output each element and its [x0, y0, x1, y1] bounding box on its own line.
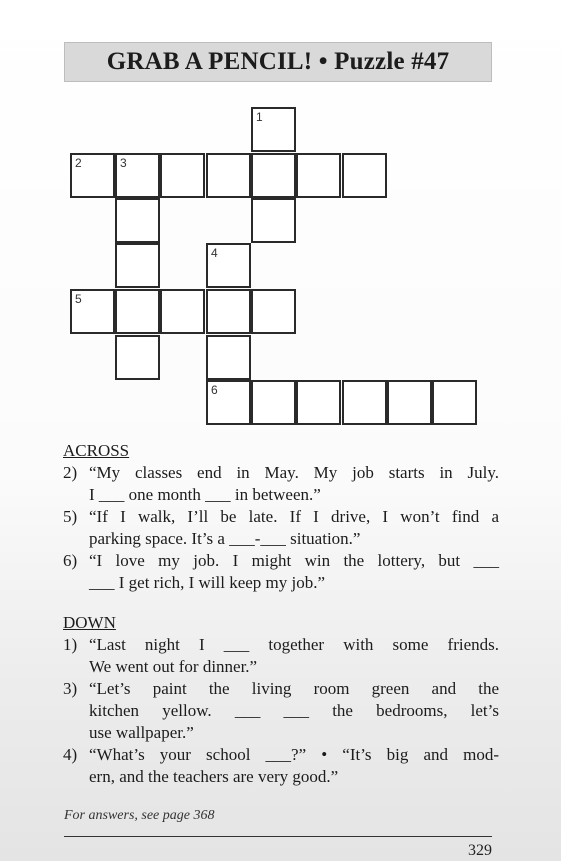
- clue-text: “Let’s paint the living room green and t…: [89, 678, 499, 744]
- page-number: 329: [468, 842, 492, 859]
- clue-text: “I love my job. I might win the lottery,…: [89, 550, 499, 594]
- footer-divider: [64, 836, 492, 837]
- clue-label: 3): [63, 679, 78, 698]
- across-clue: 5) “If I walk, I’ll be late. If I drive, …: [63, 506, 499, 550]
- across-heading: ACROSS: [63, 441, 130, 460]
- grid-cell[interactable]: [432, 380, 477, 425]
- clue-number: 4: [211, 246, 218, 260]
- clue-number: 1: [256, 110, 263, 124]
- clue-text: “If I walk, I’ll be late. If I drive, I …: [89, 506, 499, 550]
- down-section: DOWN 1) “Last night I ___ together with s…: [63, 612, 499, 788]
- grid-cell[interactable]: 4: [206, 243, 251, 288]
- clue-label: 6): [63, 551, 78, 570]
- grid-cell[interactable]: [296, 153, 341, 198]
- grid-cell[interactable]: [160, 153, 205, 198]
- grid-cell[interactable]: [160, 289, 205, 334]
- grid-cell[interactable]: [296, 380, 341, 425]
- clue-line: I ___ one month ___ in between.”: [89, 485, 321, 504]
- clue-line: “My classes end in May. My job starts in…: [89, 463, 499, 482]
- clue-number: 6: [211, 383, 218, 397]
- grid-cell[interactable]: [251, 198, 296, 243]
- down-clue: 4) “What’s your school ___?” • “It’s big …: [63, 744, 499, 788]
- grid-cell[interactable]: 1: [251, 107, 296, 152]
- clue-text: “What’s your school ___?” • “It’s big an…: [89, 744, 499, 788]
- clue-line: use wallpaper.”: [89, 723, 194, 742]
- clue-line: kitchen yellow. ___ ___ the bedrooms, le…: [89, 701, 499, 720]
- grid-cell[interactable]: 5: [70, 289, 115, 334]
- clue-line: “If I walk, I’ll be late. If I drive, I …: [89, 507, 499, 526]
- clue-label: 4): [63, 745, 78, 764]
- down-clue: 3) “Let’s paint the living room green and…: [63, 678, 499, 744]
- clue-number: 5: [75, 292, 82, 306]
- down-clue: 1) “Last night I ___ together with some f…: [63, 634, 499, 678]
- clue-line: “What’s your school ___?” • “It’s big an…: [89, 745, 499, 764]
- clue-line: “Last night I ___ together with some fri…: [89, 635, 499, 654]
- clue-line: ern, and the teachers are very good.”: [89, 767, 339, 786]
- clue-line: “Let’s paint the living room green and t…: [89, 679, 499, 698]
- clue-label: 5): [63, 507, 78, 526]
- clue-text: “Last night I ___ together with some fri…: [89, 634, 499, 678]
- grid-cell[interactable]: [342, 380, 387, 425]
- clue-text: “My classes end in May. My job starts in…: [89, 462, 499, 506]
- clue-number: 2: [75, 156, 82, 170]
- clue-number: 3: [120, 156, 127, 170]
- grid-cell[interactable]: [251, 289, 296, 334]
- grid-cell[interactable]: [206, 153, 251, 198]
- grid-cell[interactable]: 6: [206, 380, 251, 425]
- across-clue: 6) “I love my job. I might win the lotter…: [63, 550, 499, 594]
- puzzle-title: GRAB A PENCIL! • Puzzle #47: [64, 42, 492, 82]
- answers-note: For answers, see page 368: [64, 808, 215, 823]
- grid-cell[interactable]: [251, 380, 296, 425]
- clue-line: We went out for dinner.”: [89, 657, 258, 676]
- down-heading: DOWN: [63, 613, 116, 632]
- clue-line: ___ I get rich, I will keep my job.”: [89, 573, 326, 592]
- clue-line: parking space. It’s a ___-___ situation.…: [89, 529, 361, 548]
- across-clue: 2) “My classes end in May. My job starts …: [63, 462, 499, 506]
- grid-cell[interactable]: 3: [115, 153, 160, 198]
- grid-cell[interactable]: [206, 289, 251, 334]
- grid-cell[interactable]: [342, 153, 387, 198]
- grid-cell[interactable]: [251, 153, 296, 198]
- clue-line: “I love my job. I might win the lottery,…: [89, 551, 499, 570]
- clue-label: 2): [63, 463, 78, 482]
- across-section: ACROSS 2) “My classes end in May. My job …: [63, 440, 499, 594]
- grid-cell[interactable]: [387, 380, 432, 425]
- clue-label: 1): [63, 635, 78, 654]
- grid-cell[interactable]: [115, 243, 160, 288]
- grid-cell[interactable]: [115, 198, 160, 243]
- grid-cell[interactable]: [115, 335, 160, 380]
- grid-cell[interactable]: [115, 289, 160, 334]
- grid-cell[interactable]: [206, 335, 251, 380]
- grid-cell[interactable]: 2: [70, 153, 115, 198]
